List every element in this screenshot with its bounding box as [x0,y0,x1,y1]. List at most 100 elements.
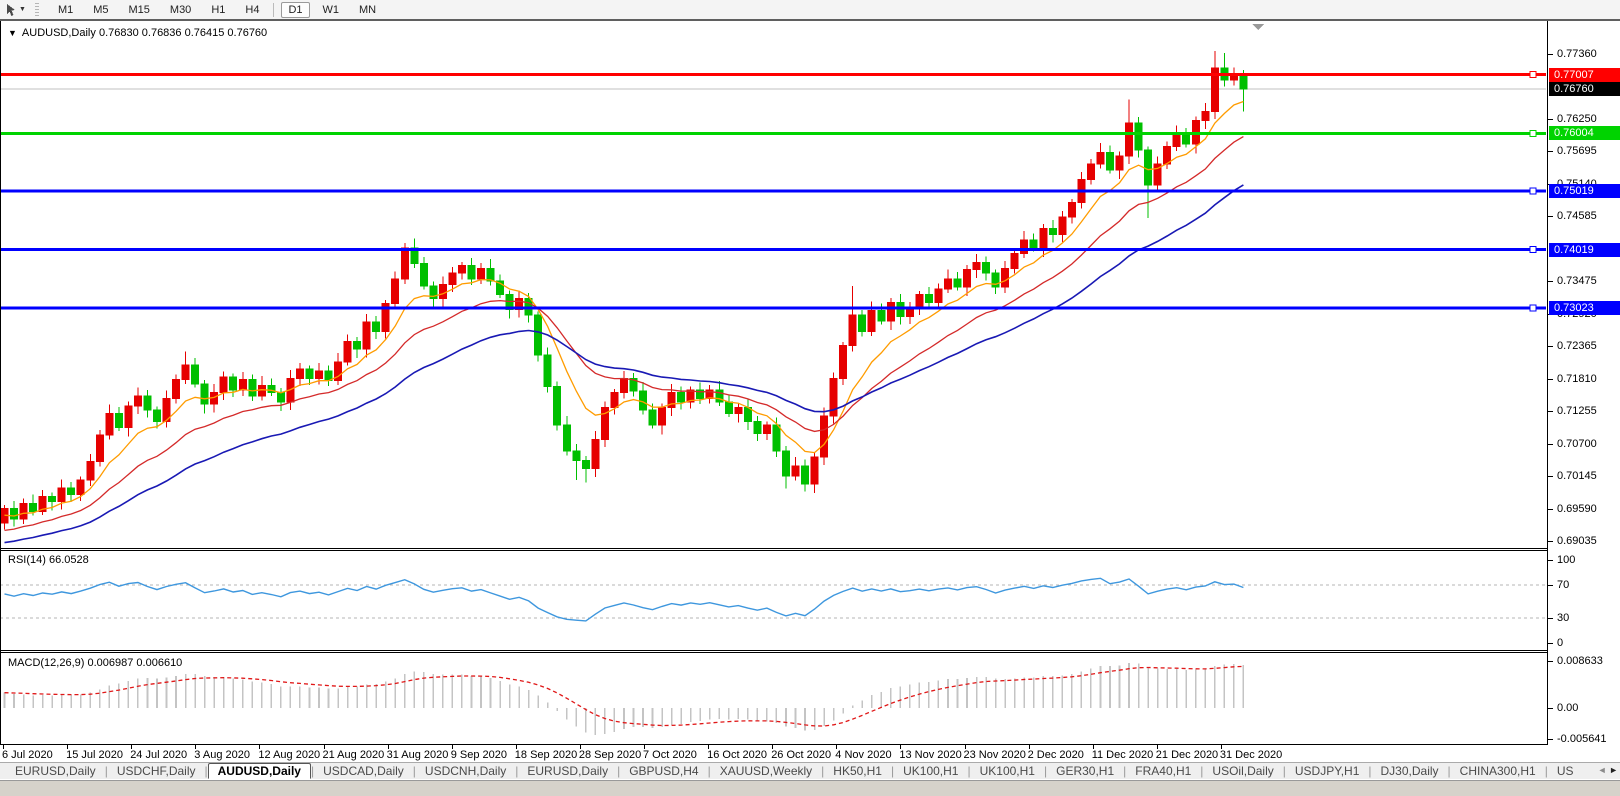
tab-xauusd-weekly[interactable]: XAUUSD,Weekly [711,764,821,778]
rsi-value: 66.0528 [48,554,89,566]
tab-hk50-h1[interactable]: HK50,H1 [824,764,891,778]
price-tick-label: 0.71255 [1557,405,1597,418]
timeframe-toolbar: ▼ M1 M5 M15 M30 H1 H4 D1 W1 MN [0,0,1620,21]
tab-audusd-daily[interactable]: AUDUSD,Daily [207,763,311,779]
mt4-window: ▼ M1 M5 M15 M30 H1 H4 D1 W1 MN ▼ AUDUSD,Daily 0.7… [0,0,1620,796]
price-tick [1548,541,1553,543]
price-axis[interactable]: 0.773600.762500.756950.751400.745850.734… [1547,21,1620,745]
timeframe-button-m5[interactable]: M5 [86,2,115,18]
rsi-indicator-label: RSI(14) 66.0528 [8,554,89,566]
tab-usdcad-daily[interactable]: USDCAD,Daily [314,764,413,778]
date-label: 18 Sep 2020 [514,749,578,761]
tab-dj30-daily[interactable]: DJ30,Daily [1372,764,1448,778]
macd-axis-label: 0.00 [1557,702,1579,714]
date-label: 6 Jul 2020 [2,749,53,761]
rsi-axis-label: 100 [1557,554,1576,567]
tab-fra40-h1[interactable]: FRA40,H1 [1126,764,1200,778]
timeframe-button-w1[interactable]: W1 [316,2,347,18]
date-label: 31 Dec 2020 [1219,749,1283,761]
tab-scroll-right-icon[interactable]: ► [1609,765,1618,775]
price-tick [1548,476,1553,478]
date-label: 4 Nov 2020 [835,749,892,761]
ohlc-quote-values: 0.76830 0.76836 0.76415 0.76760 [98,27,268,39]
price-tick-label: 0.71810 [1557,372,1597,385]
price-tick-label: 0.69035 [1557,535,1597,548]
price-tick-label: 0.72365 [1557,340,1597,353]
tab-china300-h1[interactable]: CHINA300,H1 [1451,764,1545,778]
tab-uk100-h1[interactable]: UK100,H1 [971,764,1044,778]
price-tick-label: 0.70145 [1557,470,1597,483]
price-tick-label: 0.69590 [1557,502,1597,515]
macd-axis-tick [1548,708,1553,709]
tab-usdcnh-daily[interactable]: USDCNH,Daily [416,764,515,778]
timeframe-button-h4[interactable]: H4 [238,2,266,18]
tab-gbpusd-h4[interactable]: GBPUSD,H4 [620,764,707,778]
date-label: 2 Dec 2020 [1027,749,1084,761]
collapse-caret-icon[interactable]: ▼ [8,28,17,38]
tab-eurusd-daily[interactable]: EURUSD,Daily [6,764,105,778]
date-label: 12 Aug 2020 [258,749,321,761]
date-label: 31 Aug 2020 [386,749,449,761]
price-marker-0.73023: 0.73023 [1549,300,1620,315]
charts-cursor-tool-icon[interactable] [4,3,18,17]
candlestick-chart[interactable] [0,0,1547,745]
date-label: 7 Oct 2020 [643,749,697,761]
price-tick [1548,346,1553,348]
timeframe-button-mn[interactable]: MN [352,2,383,18]
price-tick [1548,216,1553,218]
date-label: 28 Sep 2020 [578,749,642,761]
macd-axis-label: -0.005641 [1557,732,1607,745]
tab-us[interactable]: US [1548,764,1583,778]
timeframe-button-h1[interactable]: H1 [204,2,232,18]
price-marker-0.74019: 0.74019 [1549,242,1620,257]
price-tick [1548,411,1553,413]
tab-uk100-h1[interactable]: UK100,H1 [894,764,967,778]
toolbar-grip[interactable] [34,3,39,16]
macd-axis-label: 0.008633 [1557,655,1603,667]
tab-scroll-arrows[interactable]: ◄ ► [1593,765,1618,775]
rsi-axis-label: 70 [1557,579,1570,591]
date-label: 13 Nov 2020 [899,749,962,761]
price-marker-0.77007: 0.77007 [1549,67,1620,82]
price-tick-label: 0.75695 [1557,145,1597,158]
date-label: 16 Oct 2020 [707,749,768,761]
price-tick [1548,118,1553,120]
rsi-axis-tick [1548,642,1553,644]
date-label: 11 Dec 2020 [1091,749,1154,761]
timeframe-button-d1[interactable]: D1 [281,1,310,18]
rsi-axis-label: 0 [1557,636,1564,649]
price-tick-label: 0.74585 [1557,210,1597,223]
price-tick [1548,151,1553,153]
price-tick [1548,281,1553,283]
date-label: 3 Aug 2020 [194,749,250,761]
chart-tabs-bar: EURUSD,Daily | USDCHF,Daily | AUDUSD,Daily | U… [0,762,1620,779]
macd-axis-tick [1548,661,1553,662]
rsi-axis-tick [1548,618,1553,619]
tab-scroll-left-icon[interactable]: ◄ [1598,765,1607,775]
time-axis[interactable]: 6 Jul 2020 15 Jul 2020 24 Jul 2020 3 Aug 20… [0,745,1620,762]
date-label: 21 Dec 2020 [1155,749,1219,761]
tool-dropdown-caret-icon[interactable]: ▼ [19,6,26,13]
tab-usdjpy-h1[interactable]: USDJPY,H1 [1286,764,1368,778]
tab-eurusd-daily[interactable]: EURUSD,Daily [518,764,617,778]
price-tick-label: 0.70700 [1557,437,1597,450]
macd-indicator-label: MACD(12,26,9) 0.006987 0.006610 [8,657,183,669]
timeframe-button-m15[interactable]: M15 [122,2,157,18]
toolbar-divider [273,2,275,17]
price-marker-0.76760: 0.76760 [1549,82,1620,97]
price-tick [1548,443,1553,445]
tab-ger30-h1[interactable]: GER30,H1 [1047,764,1123,778]
timeframe-button-m1[interactable]: M1 [51,2,80,18]
price-tick [1548,378,1553,380]
date-label: 15 Jul 2020 [66,749,123,761]
date-label: 23 Nov 2020 [963,749,1026,761]
rsi-axis-label: 30 [1557,612,1570,624]
rsi-axis-tick [1548,560,1553,562]
rsi-axis-tick [1548,585,1553,586]
tab-usdchf-daily[interactable]: USDCHF,Daily [108,764,205,778]
tab-usoil-daily[interactable]: USOil,Daily [1203,764,1282,778]
price-marker-0.75019: 0.75019 [1549,184,1620,199]
price-tick-label: 0.77360 [1557,48,1597,60]
price-tick [1548,508,1553,510]
timeframe-button-m30[interactable]: M30 [163,2,198,18]
